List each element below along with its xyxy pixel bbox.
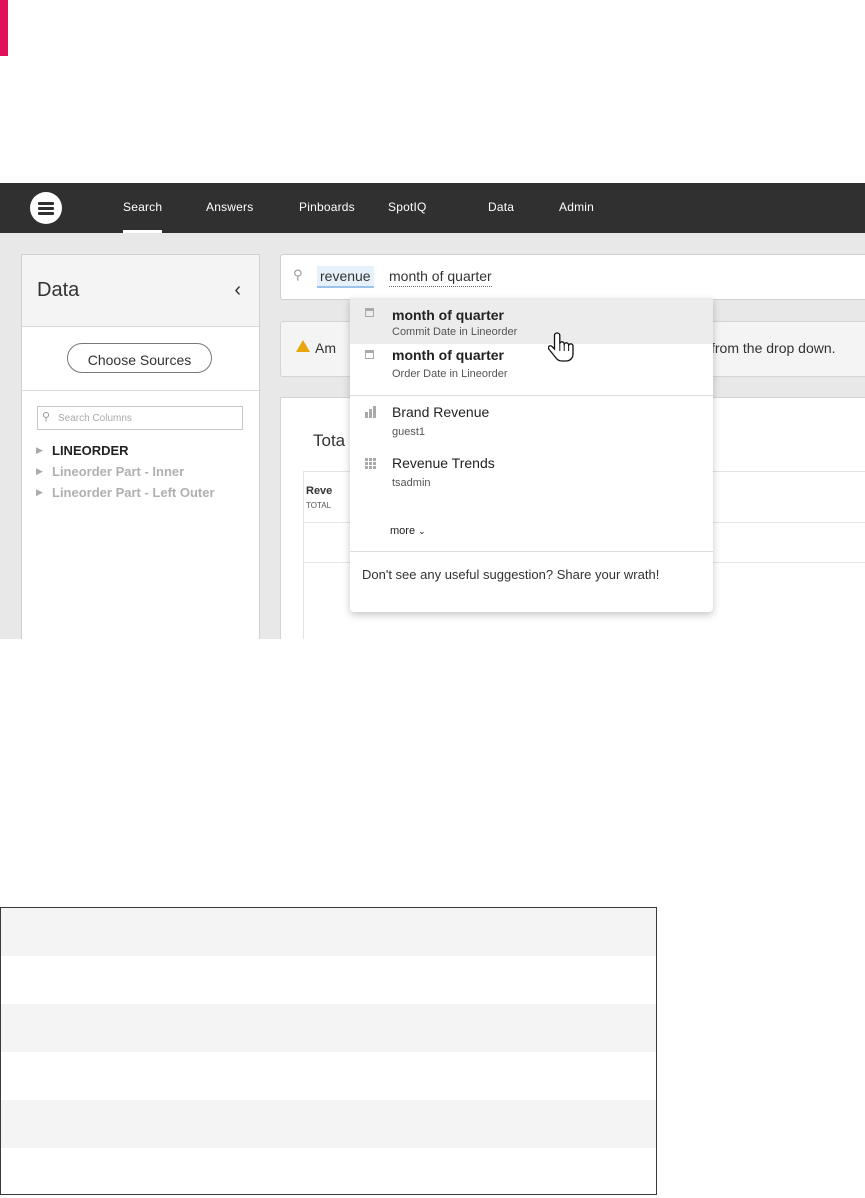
table-row <box>1 1004 656 1052</box>
accent-tab <box>0 0 8 56</box>
caret-right-icon: ▶ <box>36 487 43 497</box>
app-screenshot: Search Answers Pinboards SpotIQ Data Adm… <box>0 183 865 639</box>
table-row <box>1 956 656 1004</box>
chevron-left-icon[interactable]: ‹ <box>234 279 241 302</box>
nav-data[interactable]: Data <box>488 200 514 214</box>
suggestion-subtitle: Commit Date in Lineorder <box>392 326 518 338</box>
data-panel-title: Data <box>37 279 80 301</box>
column-search-input[interactable] <box>56 409 240 427</box>
more-suggestions-link[interactable]: more ⌄ <box>390 525 426 537</box>
source-label: Lineorder Part - Left Outer <box>52 485 215 500</box>
warning-triangle-icon <box>296 340 310 352</box>
nav-admin[interactable]: Admin <box>559 200 594 214</box>
table-row <box>1 1100 656 1148</box>
suggestion-subtitle: Order Date in Lineorder <box>392 368 508 380</box>
source-tree: ▶ LINEORDER ▶ Lineorder Part - Inner ▶ L… <box>36 440 215 503</box>
suggestion-dropdown: month of quarter Commit Date in Lineorde… <box>350 298 713 612</box>
suggestion-title: month of quarter <box>392 347 504 363</box>
caret-right-icon: ▶ <box>36 466 43 476</box>
nav-search[interactable]: Search <box>123 200 163 233</box>
choose-sources-area: Choose Sources <box>22 327 259 391</box>
nav-answers[interactable]: Answers <box>206 200 253 214</box>
answer-title: Tota <box>313 431 346 450</box>
table-row <box>1 1052 656 1100</box>
nav-pinboards[interactable]: Pinboards <box>299 200 355 214</box>
calendar-icon <box>365 308 374 320</box>
feedback-link[interactable]: Don't see any useful suggestion? Share y… <box>362 565 682 585</box>
source-label: Lineorder Part - Inner <box>52 464 185 479</box>
source-item[interactable]: ▶ Lineorder Part - Left Outer <box>36 482 215 503</box>
suggestion-title: Brand Revenue <box>392 404 490 420</box>
warning-text-start: Am <box>315 340 336 356</box>
empty-table <box>0 907 657 1195</box>
table-row <box>1 908 656 956</box>
data-panel-header: Data ‹ <box>22 255 259 327</box>
suggestion-title: Revenue Trends <box>392 455 495 471</box>
suggestion-item[interactable]: month of quarter Order Date in Lineorder <box>350 344 713 392</box>
suggestion-item[interactable]: Brand Revenue guest1 <box>350 396 713 446</box>
data-panel: Data ‹ Choose Sources ⚲ ▶ LINEORDER ▶ Li… <box>21 254 260 639</box>
dropdown-divider <box>350 551 713 552</box>
table-row <box>1 1148 656 1196</box>
logo-icon[interactable] <box>30 192 62 224</box>
column-search[interactable]: ⚲ <box>37 406 243 430</box>
search-bar[interactable]: ⚲ revenue month of quarter <box>280 254 865 300</box>
search-icon: ⚲ <box>42 411 51 423</box>
suggestion-item[interactable]: Revenue Trends tsadmin <box>350 446 713 498</box>
chevron-down-icon: ⌄ <box>418 526 426 536</box>
source-item[interactable]: ▶ Lineorder Part - Inner <box>36 461 215 482</box>
nav-spotiq[interactable]: SpotIQ <box>388 200 427 214</box>
source-item[interactable]: ▶ LINEORDER <box>36 440 215 461</box>
search-icon: ⚲ <box>293 267 303 282</box>
bar-chart-icon <box>365 406 377 418</box>
more-label: more <box>390 525 416 537</box>
calendar-icon <box>365 350 374 362</box>
column-subheader: TOTAL <box>306 501 332 510</box>
search-token-month-of-quarter[interactable]: month of quarter <box>389 266 492 287</box>
suggestion-title: month of quarter <box>392 307 504 323</box>
column-header[interactable]: Reve <box>306 485 332 497</box>
grid-icon <box>365 458 376 469</box>
top-navbar: Search Answers Pinboards SpotIQ Data Adm… <box>0 183 865 233</box>
hand-cursor-icon <box>548 332 574 362</box>
choose-sources-button[interactable]: Choose Sources <box>67 343 212 373</box>
suggestion-subtitle: tsadmin <box>392 477 431 489</box>
suggestion-subtitle: guest1 <box>392 426 426 438</box>
source-label: LINEORDER <box>52 443 129 458</box>
suggestion-item[interactable]: month of quarter Commit Date in Lineorde… <box>350 298 713 344</box>
warning-text-end: from the drop down. <box>711 340 836 356</box>
caret-right-icon: ▶ <box>36 445 43 455</box>
search-token-revenue[interactable]: revenue <box>317 266 374 288</box>
